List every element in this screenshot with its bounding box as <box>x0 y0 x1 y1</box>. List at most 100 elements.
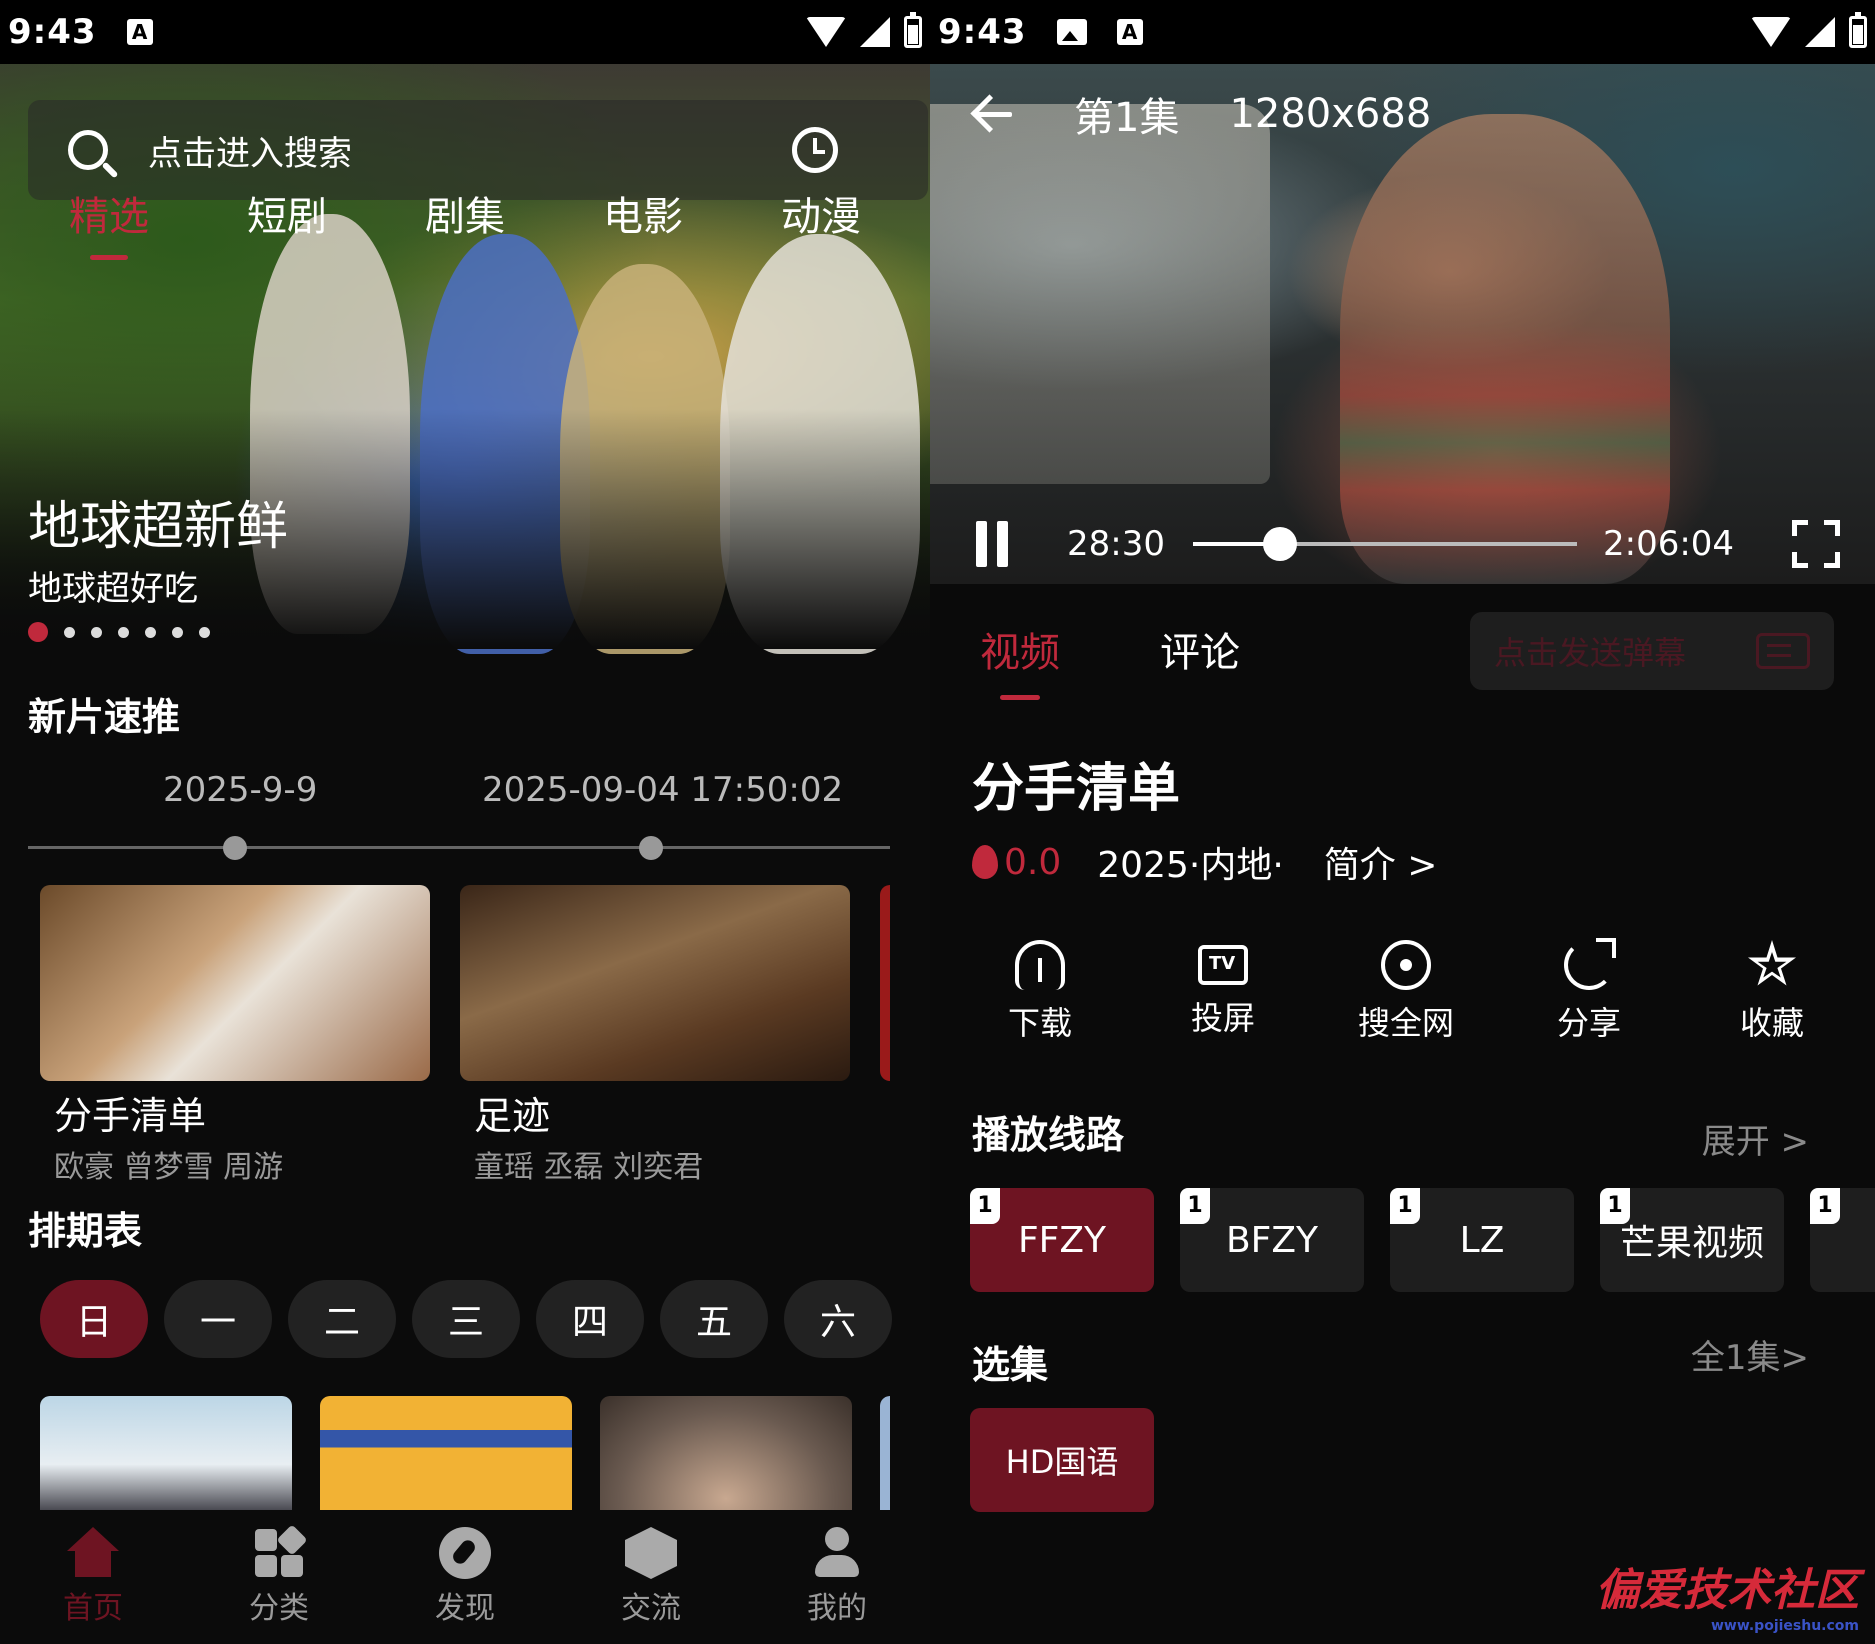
route-button[interactable]: 1 芒果视频 <box>1600 1188 1784 1292</box>
timeline-node[interactable] <box>639 836 663 860</box>
episode-label: 第1集 <box>1074 95 1180 141</box>
nav-label: 发现 <box>435 1591 495 1626</box>
route-name: 芒果视频 <box>1619 1223 1764 1264</box>
weekday-selector: 日 一 二 三 四 五 六 <box>40 1280 892 1358</box>
new-releases-title: 新片速推 <box>28 695 181 739</box>
weekday-thu[interactable]: 四 <box>536 1280 644 1358</box>
action-label: 分享 <box>1556 1004 1621 1042</box>
nav-discover[interactable]: 发现 <box>390 1527 540 1627</box>
watermark-url: www.pojieshu.com <box>1710 1618 1859 1634</box>
flame-icon <box>972 845 998 879</box>
route-list: 1 FFZY 1 BFZY 1 LZ 1 芒果视频 1 <box>970 1188 1875 1292</box>
battery-icon <box>1849 12 1867 48</box>
routes-expand[interactable]: 展开 > <box>1702 1114 1809 1163</box>
tab-anime[interactable]: 动漫 <box>781 184 861 260</box>
episode-button[interactable]: HD国语 <box>970 1408 1154 1512</box>
status-time: 9:43 <box>938 12 1027 52</box>
pagination-dot[interactable] <box>64 626 75 638</box>
danmu-settings-icon[interactable] <box>1756 633 1810 669</box>
tab-short-drama[interactable]: 短剧 <box>247 184 327 260</box>
download-button[interactable]: 下载 <box>970 940 1110 1044</box>
action-label: 收藏 <box>1739 1004 1804 1042</box>
pagination-dot[interactable] <box>28 622 48 642</box>
status-bar: 9:43 A <box>0 0 930 64</box>
danmu-input[interactable]: 点击发送弹幕 <box>1470 612 1834 690</box>
pagination-dot[interactable] <box>172 626 183 638</box>
weekday-fri[interactable]: 五 <box>660 1280 768 1358</box>
search-web-button[interactable]: 搜全网 <box>1336 940 1476 1044</box>
category-tabs: 精选 短剧 剧集 电影 动漫 <box>0 184 930 260</box>
route-button[interactable]: 1 FFZY <box>970 1188 1154 1292</box>
route-name: FFZY <box>1017 1219 1107 1261</box>
movie-poster <box>460 885 850 1081</box>
resolution-label: 1280x688 <box>1229 91 1432 137</box>
schedule-poster[interactable] <box>880 1396 890 1510</box>
timeline-node[interactable] <box>223 836 247 860</box>
episodes-all[interactable]: 全1集> <box>1691 1330 1809 1379</box>
video-player[interactable]: 第1集 1280x688 28:30 2:06:04 <box>930 64 1875 584</box>
tab-featured[interactable]: 精选 <box>69 184 149 260</box>
movie-card[interactable]: 分手清单 欧豪 曾梦雪 周游 <box>40 885 430 1185</box>
share-icon <box>1564 938 1616 990</box>
schedule-title: 排期表 <box>28 1209 143 1253</box>
pagination-dot[interactable] <box>145 626 156 638</box>
timeline-date: 2025-9-9 <box>163 770 318 810</box>
favorite-button[interactable]: 收藏 <box>1702 940 1842 1044</box>
tab-comments[interactable]: 评论 <box>1160 620 1240 700</box>
new-release-list: 分手清单 欧豪 曾梦雪 周游 足迹 童瑶 丞磊 刘奕君 <box>40 885 890 1185</box>
cast-button[interactable]: 投屏 <box>1153 940 1293 1044</box>
weekday-tue[interactable]: 二 <box>288 1280 396 1358</box>
current-time: 28:30 <box>1067 524 1165 564</box>
grid-icon <box>253 1524 308 1579</box>
route-badge: 1 <box>1180 1188 1210 1224</box>
back-arrow-icon[interactable] <box>970 92 1014 136</box>
weekday-mon[interactable]: 一 <box>164 1280 272 1358</box>
intro-link[interactable]: 简介 > <box>1324 836 1438 888</box>
share-button[interactable]: 分享 <box>1519 938 1659 1044</box>
banner-pagination <box>28 622 210 642</box>
pagination-dot[interactable] <box>199 626 210 638</box>
history-icon[interactable] <box>792 127 838 173</box>
nav-home[interactable]: 首页 <box>18 1527 168 1627</box>
nav-community[interactable]: 交流 <box>576 1527 726 1627</box>
weekday-sun[interactable]: 日 <box>40 1280 148 1358</box>
player-header: 第1集 1280x688 <box>930 64 1875 164</box>
tab-video[interactable]: 视频 <box>980 620 1060 700</box>
search-input[interactable]: 点击进入搜索 <box>148 126 352 175</box>
movie-poster <box>40 885 430 1081</box>
episodes-title: 选集 <box>972 1343 1049 1387</box>
weekday-wed[interactable]: 三 <box>412 1280 520 1358</box>
route-button[interactable]: 1 <box>1810 1188 1875 1292</box>
nav-category[interactable]: 分类 <box>204 1524 354 1627</box>
route-button[interactable]: 1 BFZY <box>1180 1188 1364 1292</box>
danmu-placeholder: 点击发送弹幕 <box>1494 634 1687 672</box>
timeline-line <box>28 846 890 849</box>
route-badge: 1 <box>1600 1188 1630 1224</box>
movie-poster <box>880 885 890 1081</box>
video-title: 分手清单 <box>972 759 1181 819</box>
hero-banner[interactable]: 点击进入搜索 精选 短剧 剧集 电影 动漫 地球超新鲜 地球超好吃 <box>0 64 930 654</box>
movie-title: 足迹 <box>474 1094 551 1138</box>
pause-icon[interactable] <box>972 521 1012 567</box>
nav-profile[interactable]: 我的 <box>762 1527 912 1627</box>
movie-card[interactable] <box>880 885 890 1081</box>
schedule-poster[interactable] <box>600 1396 852 1510</box>
schedule-poster[interactable] <box>40 1396 292 1510</box>
nav-label: 首页 <box>63 1591 123 1626</box>
movie-card[interactable]: 足迹 童瑶 丞磊 刘奕君 <box>460 885 850 1185</box>
tab-series[interactable]: 剧集 <box>425 184 505 260</box>
pagination-dot[interactable] <box>91 626 102 638</box>
watermark: 偏爱技术社区 www.pojieshu.com <box>1595 1554 1859 1634</box>
pagination-dot[interactable] <box>118 626 129 638</box>
seek-bar[interactable] <box>1192 524 1577 564</box>
movie-title: 分手清单 <box>54 1094 207 1138</box>
schedule-poster[interactable] <box>320 1396 572 1510</box>
weekday-sat[interactable]: 六 <box>784 1280 892 1358</box>
video-meta: 0.0 2025·内地· 简介 > <box>972 836 1437 888</box>
star-icon <box>1748 940 1796 986</box>
fullscreen-icon[interactable] <box>1792 520 1841 568</box>
nav-label: 我的 <box>807 1591 867 1626</box>
route-button[interactable]: 1 LZ <box>1390 1188 1574 1292</box>
seek-thumb[interactable] <box>1262 527 1297 561</box>
tab-movie[interactable]: 电影 <box>603 184 683 260</box>
